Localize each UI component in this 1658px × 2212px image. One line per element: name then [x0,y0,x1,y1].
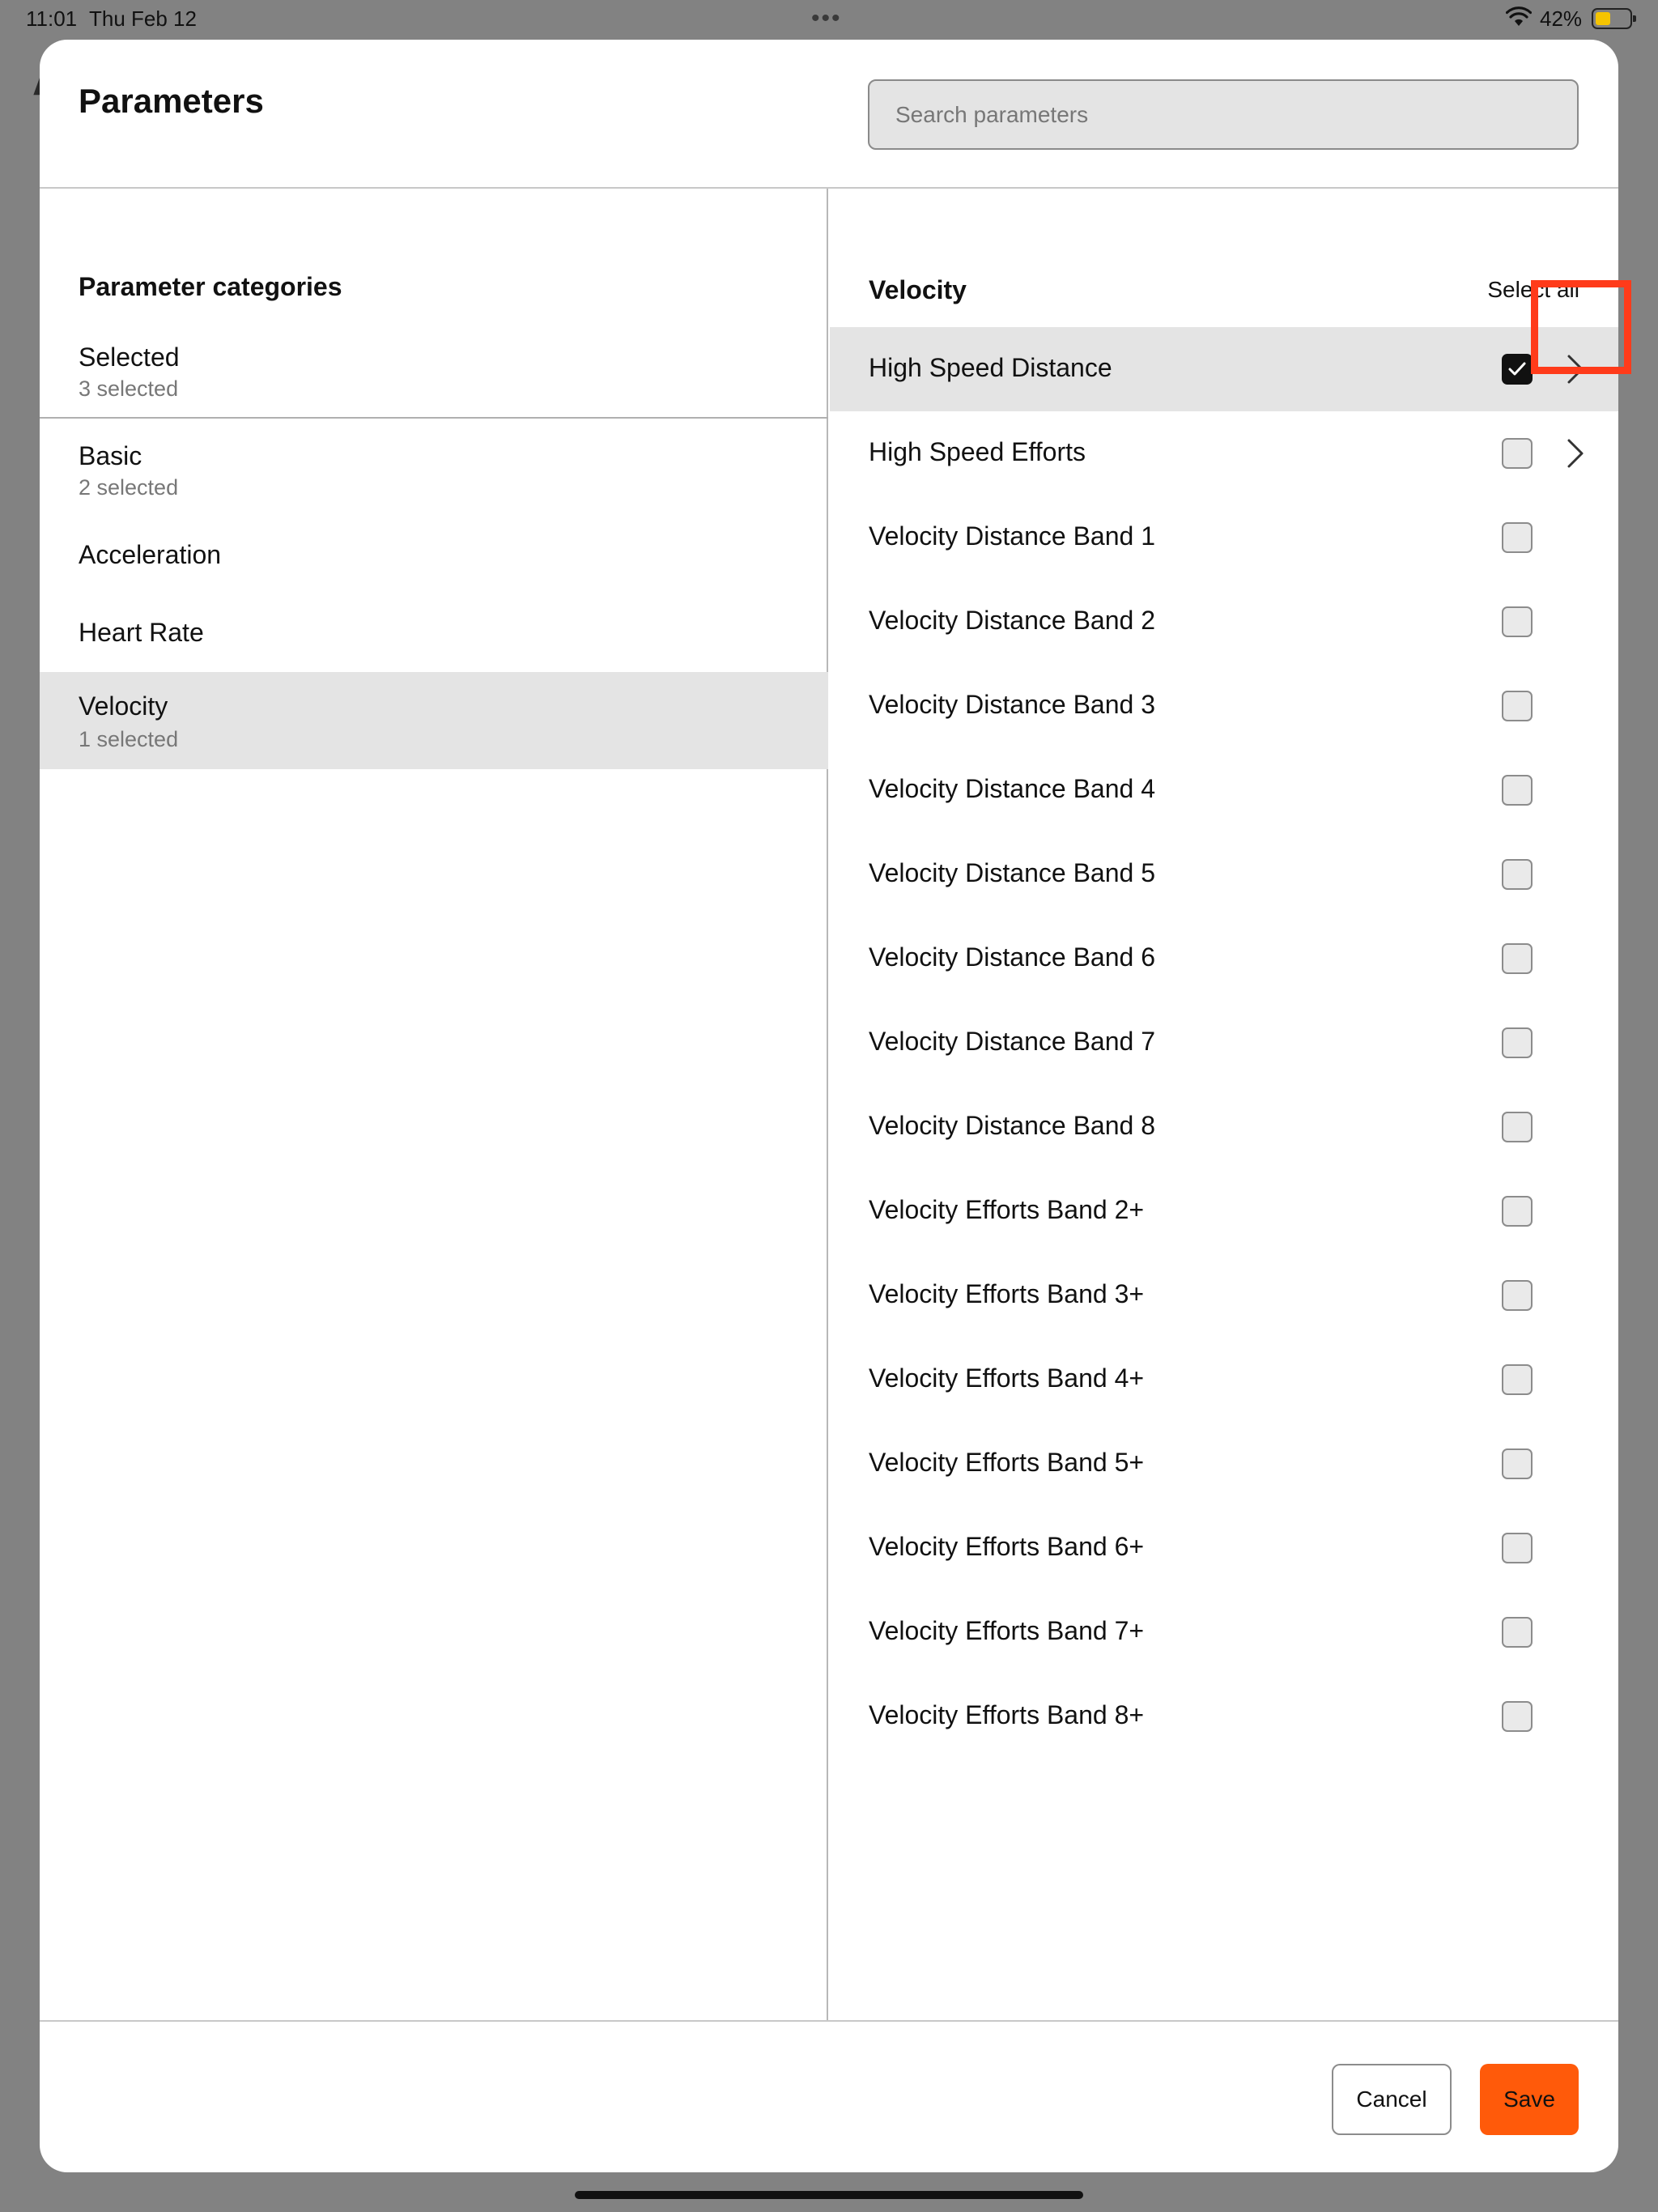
parameter-checkbox[interactable] [1502,1533,1533,1563]
parameter-checkbox[interactable] [1502,1196,1533,1227]
parameter-row-high-speed-efforts[interactable]: High Speed Efforts [830,411,1618,496]
parameter-label: Velocity Efforts Band 7+ [869,1616,1145,1645]
parameter-label: Velocity Efforts Band 2+ [869,1195,1145,1224]
category-name: Acceleration [79,540,222,569]
parameter-checkbox[interactable] [1502,354,1533,385]
parameter-label: High Speed Efforts [869,437,1086,466]
save-button[interactable]: Save [1480,2064,1579,2135]
multitasking-dots[interactable]: ••• [811,5,842,32]
parameter-row[interactable]: Velocity Efforts Band 4+ [830,1338,1618,1422]
parameter-row[interactable]: Velocity Efforts Band 2+ [830,1169,1618,1253]
parameter-checkbox[interactable] [1502,1617,1533,1648]
parameter-checkbox[interactable] [1502,606,1533,637]
category-item-basic[interactable]: Basic 2 selected [40,427,828,511]
search-input[interactable] [868,79,1579,150]
parameter-label: Velocity Distance Band 7 [869,1027,1155,1056]
battery-fill [1596,12,1610,25]
parameter-label: Velocity Distance Band 1 [869,521,1155,551]
highlight-box [1531,280,1631,374]
parameter-row[interactable]: Velocity Distance Band 6 [830,917,1618,1001]
category-item-heart-rate[interactable]: Heart Rate [40,592,828,665]
parameter-row[interactable]: Velocity Distance Band 1 [830,496,1618,580]
parameter-checkbox[interactable] [1502,691,1533,721]
category-count: 3 selected [79,376,179,401]
checkmark-icon [1508,362,1526,376]
category-item-selected[interactable]: Selected 3 selected [40,330,828,410]
parameters-modal: Parameters Parameter categories Selected… [40,40,1618,2172]
category-name: Heart Rate [79,618,204,647]
parameter-label: Velocity Distance Band 2 [869,606,1155,635]
category-item-acceleration[interactable]: Acceleration [40,516,828,589]
category-item-velocity[interactable]: Velocity 1 selected [40,672,828,769]
parameter-row[interactable]: Velocity Efforts Band 6+ [830,1506,1618,1590]
parameter-row[interactable]: Velocity Efforts Band 5+ [830,1422,1618,1506]
parameter-row[interactable]: Velocity Distance Band 8 [830,1085,1618,1169]
parameter-row[interactable]: Velocity Distance Band 3 [830,664,1618,748]
parameter-checkbox[interactable] [1502,1112,1533,1142]
category-count: 1 selected [79,727,179,751]
parameter-label: Velocity Distance Band 6 [869,942,1155,972]
parameter-row[interactable]: Velocity Distance Band 7 [830,1001,1618,1085]
cancel-button[interactable]: Cancel [1332,2064,1452,2135]
battery-percentage: 42% [1540,6,1583,31]
parameter-row[interactable]: Velocity Efforts Band 7+ [830,1590,1618,1674]
parameter-row[interactable]: Velocity Distance Band 5 [830,832,1618,917]
parameter-label: Velocity Distance Band 3 [869,690,1155,719]
parameter-checkbox[interactable] [1502,1701,1533,1732]
parameters-heading: Velocity [869,275,967,304]
parameter-label: Velocity Efforts Band 6+ [869,1532,1145,1561]
parameter-checkbox[interactable] [1502,1027,1533,1058]
category-divider [40,417,828,419]
category-count: 2 selected [79,475,179,500]
category-name: Basic [79,441,142,470]
categories-heading: Parameter categories [79,272,342,301]
parameter-label: Velocity Distance Band 5 [869,858,1155,887]
parameter-checkbox[interactable] [1502,438,1533,469]
parameter-checkbox[interactable] [1502,859,1533,890]
parameter-label: Velocity Efforts Band 5+ [869,1448,1145,1477]
parameter-checkbox[interactable] [1502,1364,1533,1395]
parameter-row[interactable]: Velocity Distance Band 2 [830,580,1618,664]
parameter-label: Velocity Efforts Band 8+ [869,1700,1145,1729]
parameter-label: Velocity Distance Band 8 [869,1111,1155,1140]
parameter-row[interactable]: Velocity Distance Band 4 [830,748,1618,832]
parameter-row[interactable]: Velocity Efforts Band 8+ [830,1674,1618,1759]
parameter-checkbox[interactable] [1502,943,1533,974]
category-name: Selected [79,342,180,372]
status-bar: 11:01 Thu Feb 12 ••• 42% [0,0,1658,39]
parameter-row[interactable]: Velocity Efforts Band 3+ [830,1253,1618,1338]
chevron-right-icon[interactable] [1563,434,1588,473]
modal-footer: Cancel Save [40,2020,1618,2172]
parameter-label: Velocity Distance Band 4 [869,774,1155,803]
wifi-icon [1506,6,1532,26]
battery-icon [1592,8,1636,29]
parameters-pane: Velocity Select all High Speed Distance … [830,189,1618,2020]
parameter-label: Velocity Efforts Band 4+ [869,1363,1145,1393]
categories-pane: Parameter categories Selected 3 selected… [40,189,828,2020]
modal-title: Parameters [79,82,264,120]
modal-header: Parameters [40,40,1618,189]
parameter-label: High Speed Distance [869,353,1112,382]
parameter-label: Velocity Efforts Band 3+ [869,1279,1145,1308]
category-name: Velocity [79,691,168,721]
parameter-row-high-speed-distance[interactable]: High Speed Distance [830,327,1618,411]
home-indicator[interactable] [575,2191,1083,2199]
status-time: 11:01 [26,6,78,31]
parameter-checkbox[interactable] [1502,522,1533,553]
parameter-checkbox[interactable] [1502,1448,1533,1479]
parameter-checkbox[interactable] [1502,775,1533,806]
parameter-checkbox[interactable] [1502,1280,1533,1311]
status-date: Thu Feb 12 [89,6,197,31]
